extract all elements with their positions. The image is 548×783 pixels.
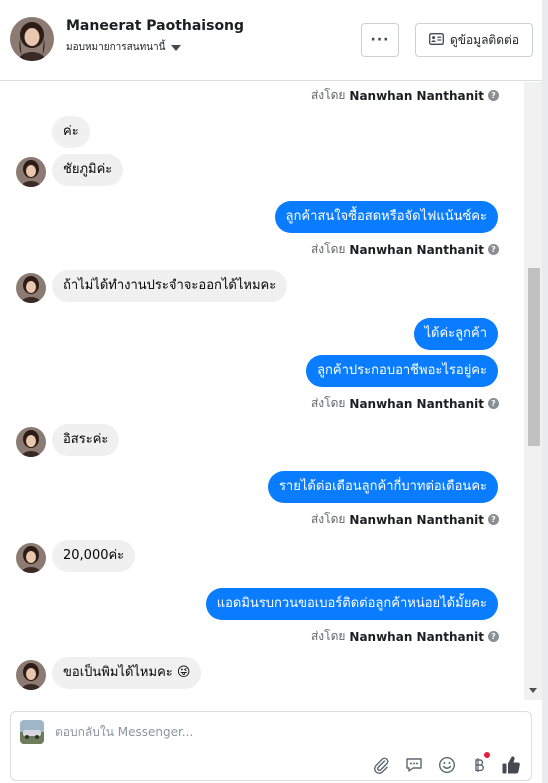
sent-by-note: ส่งโดย Nanwhan Nanthanit ? bbox=[311, 394, 499, 413]
info-icon[interactable]: ? bbox=[488, 244, 499, 255]
conversation-header: Maneerat Paothaisong มอบหมายการสนทนานี้ … bbox=[0, 0, 548, 81]
sent-by-note: ส่งโดย Nanwhan Nanthanit ? bbox=[311, 510, 499, 529]
sent-by-note: ส่งโดย Nanwhan Nanthanit ? bbox=[311, 86, 499, 105]
outgoing-message: ได้ค่ะลูกค้า bbox=[413, 318, 498, 350]
assign-conversation-dropdown[interactable]: มอบหมายการสนทนานี้ bbox=[66, 40, 182, 55]
more-options-button[interactable]: ··· bbox=[361, 23, 399, 57]
contact-card-icon bbox=[429, 32, 444, 48]
outgoing-message: แอดมินรบกวนขอเบอร์ติดต่อลูกค้าหน่อยได้มั… bbox=[205, 588, 498, 620]
assign-label: มอบหมายการสนทนานี้ bbox=[66, 42, 166, 53]
info-icon[interactable]: ? bbox=[488, 631, 499, 642]
view-contact-info-button[interactable]: ดูข้อมูลติดต่อ bbox=[415, 23, 533, 57]
page-avatar bbox=[20, 720, 44, 744]
incoming-message: อิสระค่ะ bbox=[52, 424, 120, 456]
caret-down-icon bbox=[171, 45, 182, 51]
contact-avatar-small bbox=[16, 273, 46, 303]
saved-reply-icon[interactable] bbox=[404, 755, 424, 775]
incoming-message: ถ้าไม่ได้ทำงานประจำจะออกได้ไหมคะ bbox=[52, 270, 288, 302]
outgoing-message: ลูกค้าสนใจซื้อสดหรือจัดไฟแน้นซ์คะ bbox=[274, 201, 498, 233]
info-icon[interactable]: ? bbox=[488, 398, 499, 409]
incoming-message: 20,000ค่ะ bbox=[52, 540, 136, 572]
thumbs-up-icon[interactable] bbox=[501, 755, 521, 775]
sent-by-note: ส่งโดย Nanwhan Nanthanit ? bbox=[311, 240, 499, 259]
scroll-down-arrow-icon[interactable] bbox=[529, 688, 537, 693]
contact-avatar-small bbox=[16, 660, 46, 690]
contact-name[interactable]: Maneerat Paothaisong bbox=[66, 18, 244, 34]
contact-avatar[interactable] bbox=[10, 17, 54, 61]
contact-avatar-small bbox=[16, 427, 46, 457]
contact-avatar-small bbox=[16, 157, 46, 187]
reply-input[interactable] bbox=[55, 722, 355, 742]
outgoing-message: ลูกค้าประกอบอาชีพอะไรอยู่คะ bbox=[306, 355, 498, 387]
incoming-message: ค่ะ bbox=[52, 116, 90, 148]
notification-dot bbox=[484, 752, 490, 758]
incoming-message: ชัยภูมิค่ะ bbox=[52, 154, 124, 186]
sent-by-note: ส่งโดย Nanwhan Nanthanit ? bbox=[311, 627, 499, 646]
contact-avatar-small bbox=[16, 543, 46, 573]
panel-edge bbox=[542, 0, 548, 783]
incoming-message: ขอเป็นพิมได้ไหมคะ 😜 bbox=[52, 657, 202, 689]
paperclip-icon[interactable] bbox=[371, 755, 391, 775]
reply-composer bbox=[10, 711, 532, 781]
info-icon[interactable]: ? bbox=[488, 514, 499, 525]
info-icon[interactable]: ? bbox=[488, 90, 499, 101]
view-contact-info-label: ดูข้อมูลติดต่อ bbox=[449, 32, 520, 47]
outgoing-message: รายได้ต่อเดือนลูกค้ากี่บาทต่อเดือนคะ bbox=[267, 471, 498, 503]
message-thread[interactable]: ส่งโดย Nanwhan Nanthanit ? ค่ะ ชัยภูมิค่… bbox=[0, 82, 548, 700]
emoji-icon[interactable] bbox=[437, 755, 457, 775]
scrollbar-thumb[interactable] bbox=[528, 268, 540, 446]
baht-icon[interactable] bbox=[469, 755, 489, 775]
